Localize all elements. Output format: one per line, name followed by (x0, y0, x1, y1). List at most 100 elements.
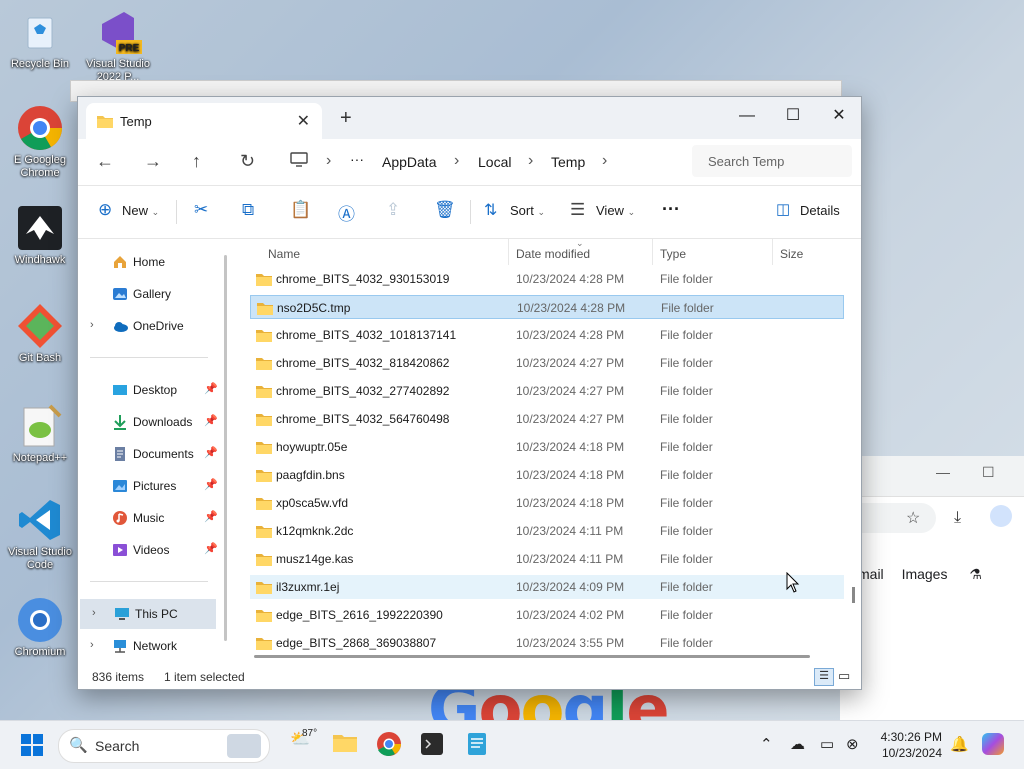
table-row[interactable]: chrome_BITS_4032_818420862 10/23/2024 4:2… (250, 351, 844, 375)
up-arrow-icon[interactable]: ↑ (192, 151, 201, 172)
desktop-icon-git-bash[interactable]: Git Bash (4, 302, 76, 365)
horizontal-scrollbar[interactable] (254, 655, 810, 658)
sidebar-item-network[interactable]: › Network (78, 631, 218, 661)
desktop-icon-windhawk[interactable]: Windhawk (4, 204, 76, 267)
chrome-taskbar-icon[interactable] (376, 731, 402, 760)
sidebar-item-videos[interactable]: Videos 📌 (78, 535, 218, 565)
notification-bell-icon[interactable]: 🔔 (950, 735, 969, 753)
column-header-date[interactable]: Date modified (516, 247, 590, 261)
download-icon[interactable]: ⤓ (954, 509, 961, 527)
table-row[interactable]: musz14ge.kas 10/23/2024 4:11 PM File folde… (250, 547, 844, 571)
breadcrumb-more[interactable]: ··· (350, 151, 364, 167)
close-tab-icon[interactable]: ✕ (297, 111, 310, 131)
pin-icon[interactable]: 📌 (204, 382, 218, 395)
new-plus-icon[interactable]: ⊕ (98, 200, 112, 220)
sort-icon[interactable]: ⇅ (484, 200, 497, 220)
desktop-icon-chrome[interactable]: E Googleg Chrome (4, 104, 76, 180)
sidebar-item-documents[interactable]: Documents 📌 (78, 439, 218, 469)
file-explorer-taskbar-icon[interactable] (332, 731, 358, 757)
breadcrumb-temp[interactable]: Temp (551, 154, 585, 170)
forward-arrow-icon[interactable]: → (144, 151, 162, 172)
sidebar-item-gallery[interactable]: Gallery (78, 279, 218, 309)
table-row[interactable]: nso2D5C.tmp 10/23/2024 4:28 PM File folder (250, 295, 844, 319)
sidebar-scrollbar[interactable] (224, 255, 227, 641)
breadcrumb-appdata[interactable]: AppData (382, 154, 436, 170)
column-header-type[interactable]: Type (660, 247, 686, 261)
details-pane-icon[interactable]: ◫ (776, 200, 790, 218)
terminal-taskbar-icon[interactable] (420, 732, 444, 759)
chevron-up-icon[interactable]: ⌃ (760, 735, 773, 753)
cut-icon[interactable]: ✂ (194, 200, 208, 220)
monitor-icon[interactable] (290, 152, 308, 173)
pin-icon[interactable]: 📌 (204, 542, 218, 555)
sidebar-item-downloads[interactable]: Downloads 📌 (78, 407, 218, 437)
column-divider[interactable] (772, 239, 773, 265)
table-row[interactable]: chrome_BITS_4032_930153019 10/23/2024 4:2… (250, 267, 844, 291)
table-row[interactable]: xp0sca5w.vfd 10/23/2024 4:18 PM File folde… (250, 491, 844, 515)
sidebar-item-desktop[interactable]: Desktop 📌 (78, 375, 218, 405)
minimize-icon[interactable]: — (936, 464, 950, 480)
details-button[interactable]: Details (800, 203, 840, 218)
sidebar-item-this-pc[interactable]: › This PC (80, 599, 216, 629)
file-list-scrollbar[interactable] (852, 587, 855, 603)
table-row[interactable]: chrome_BITS_4032_277402892 10/23/2024 4:2… (250, 379, 844, 403)
tab-temp[interactable]: Temp ✕ (86, 103, 322, 139)
chevron-right-icon[interactable]: › (528, 152, 533, 170)
new-button[interactable]: New ⌄ (122, 203, 159, 218)
pin-icon[interactable]: 📌 (204, 414, 218, 427)
table-row[interactable]: edge_BITS_2868_369038807 10/23/2024 3:55 … (250, 631, 844, 655)
details-view-icon[interactable]: ☰ (814, 668, 834, 686)
images-link[interactable]: Images (902, 566, 948, 582)
table-row[interactable]: chrome_BITS_4032_564760498 10/23/2024 4:2… (250, 407, 844, 431)
column-divider[interactable] (508, 239, 509, 265)
desktop-icon-chromium[interactable]: Chromium (4, 596, 76, 659)
desktop-icon-notepadpp[interactable]: Notepad++ (4, 402, 76, 465)
view-icon[interactable]: ☰ (570, 200, 585, 220)
maximize-button[interactable]: ☐ (770, 101, 816, 131)
pin-icon[interactable]: 📌 (204, 446, 218, 459)
chevron-right-icon[interactable]: › (92, 607, 96, 619)
sidebar-item-music[interactable]: Music 📌 (78, 503, 218, 533)
desktop-icon-recycle-bin[interactable]: Recycle Bin (4, 8, 76, 71)
breadcrumb-local[interactable]: Local (478, 154, 511, 170)
paste-icon[interactable]: 📋 (290, 200, 311, 220)
refresh-icon[interactable]: ↻ (240, 151, 255, 172)
table-row[interactable]: edge_BITS_2616_1992220390 10/23/2024 4:02… (250, 603, 844, 627)
column-divider[interactable] (652, 239, 653, 265)
labs-icon[interactable]: ⚗ (969, 566, 982, 582)
chevron-right-icon[interactable]: › (602, 152, 607, 170)
search-input[interactable]: Search Temp (692, 145, 852, 177)
column-header-size[interactable]: Size (780, 247, 803, 261)
network-status-icon[interactable]: ⊗ (846, 735, 859, 753)
copy-icon[interactable]: ⧉ (242, 200, 254, 220)
minimize-button[interactable]: — (724, 101, 770, 131)
notepad-taskbar-icon[interactable] (466, 731, 488, 760)
profile-icon[interactable] (990, 505, 1012, 527)
rename-icon[interactable]: Ⓐ (338, 200, 355, 225)
close-button[interactable]: ✕ (816, 101, 862, 131)
share-icon[interactable]: ⇪ (386, 200, 400, 220)
table-row[interactable]: chrome_BITS_4032_1018137141 10/23/2024 4:… (250, 323, 844, 347)
star-icon[interactable]: ☆ (906, 508, 920, 528)
windows-start-icon[interactable] (20, 733, 44, 760)
desktop-icon-vscode[interactable]: Visual Studio Code (4, 496, 76, 572)
sidebar-item-onedrive[interactable]: › OneDrive (78, 311, 218, 341)
table-row[interactable]: il3zuxmr.1ej 10/23/2024 4:09 PM File folde… (250, 575, 844, 599)
sort-button[interactable]: Sort ⌄ (510, 203, 545, 218)
cloud-sync-icon[interactable]: ☁ (790, 735, 805, 753)
weather-temp[interactable]: 87° (302, 728, 317, 739)
table-row[interactable]: hoywuptr.05e 10/23/2024 4:18 PM File folde… (250, 435, 844, 459)
maximize-icon[interactable]: ☐ (982, 464, 995, 481)
column-header-name[interactable]: Name (268, 247, 300, 261)
chevron-right-icon[interactable]: › (90, 319, 94, 331)
copilot-icon[interactable] (982, 733, 1004, 755)
table-row[interactable]: paagfdin.bns 10/23/2024 4:18 PM File folde… (250, 463, 844, 487)
desktop-icon-visual-studio[interactable]: PRE Visual Studio 2022 P... (82, 8, 154, 84)
sidebar-item-pictures[interactable]: Pictures 📌 (78, 471, 218, 501)
table-row[interactable]: k12qmknk.2dc 10/23/2024 4:11 PM File folde… (250, 519, 844, 543)
chevron-right-icon[interactable]: › (326, 152, 331, 170)
back-arrow-icon[interactable]: ← (96, 151, 114, 172)
pin-icon[interactable]: 📌 (204, 478, 218, 491)
clock[interactable]: 4:30:26 PM 10/23/2024 (872, 729, 942, 761)
view-button[interactable]: View ⌄ (596, 203, 635, 218)
